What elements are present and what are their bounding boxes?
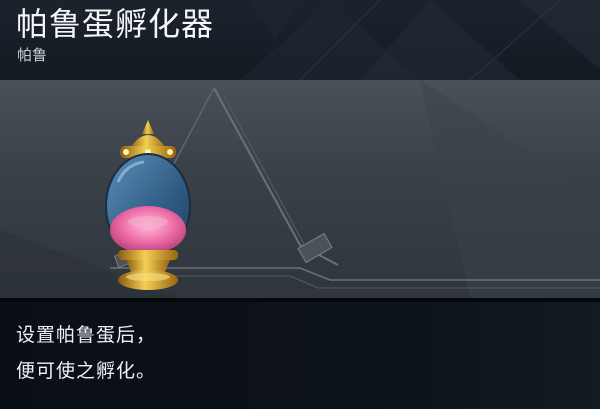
- item-detail-card: 帕鲁蛋孵化器 帕鲁 设置帕鲁蛋后， 便可使之孵化。: [0, 0, 600, 409]
- preview-background: [0, 80, 600, 298]
- description-line: 便可使之孵化。: [16, 360, 157, 382]
- description-line: 设置帕鲁蛋后，: [16, 324, 157, 346]
- item-title: 帕鲁蛋孵化器: [16, 5, 215, 43]
- item-preview: [0, 80, 600, 298]
- item-category: 帕鲁: [17, 46, 48, 64]
- egg-incubator-icon: [105, 120, 191, 290]
- description-panel: 设置帕鲁蛋后， 便可使之孵化。: [0, 302, 600, 409]
- item-header: 帕鲁蛋孵化器 帕鲁: [0, 0, 600, 80]
